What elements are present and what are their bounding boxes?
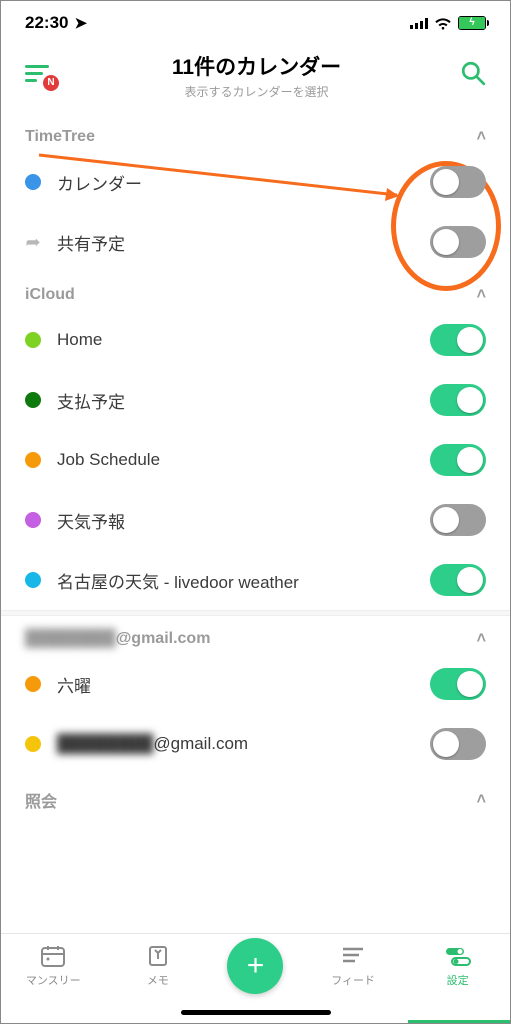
wifi-icon — [434, 17, 452, 30]
toggle[interactable] — [430, 564, 486, 596]
calendar-label: 名古屋の天気 - livedoor weather — [57, 568, 299, 593]
chevron-up-icon: ˄ — [477, 791, 486, 809]
chevron-up-icon: ˄ — [477, 128, 486, 146]
toggle-timetree-calendar[interactable] — [430, 166, 486, 198]
chevron-up-icon: ˄ — [477, 286, 486, 304]
menu-button[interactable]: N — [25, 65, 53, 87]
tab-feed[interactable]: フィード — [318, 944, 388, 988]
section-header-icloud[interactable]: iCloud ˄ — [1, 272, 510, 310]
calendar-label: Home — [57, 330, 102, 350]
toggle[interactable] — [430, 444, 486, 476]
cellular-icon — [410, 17, 428, 29]
calendar-row: Job Schedule — [1, 430, 510, 490]
tab-label: メモ — [147, 972, 169, 988]
section-title: iCloud — [25, 286, 75, 304]
tab-bar: マンスリー メモ + フィード 設定 — [1, 933, 510, 1023]
tab-label: 設定 — [447, 972, 469, 988]
app-header: N 11件のカレンダー 表示するカレンダーを選択 — [1, 45, 510, 114]
calendar-label: ████████@gmail.com — [57, 734, 248, 754]
color-dot — [25, 572, 41, 588]
color-dot — [25, 332, 41, 348]
calendar-label: 共有予定 — [57, 230, 125, 255]
tab-label: フィード — [331, 972, 375, 988]
color-dot — [25, 676, 41, 692]
tab-monthly[interactable]: マンスリー — [18, 944, 88, 988]
toggle-timetree-shared[interactable] — [430, 226, 486, 258]
color-dot — [25, 512, 41, 528]
calendar-row: 六曜 — [1, 654, 510, 714]
status-bar: 22:30 ➤ ϟ — [1, 1, 510, 45]
section-header-subscribed[interactable]: 照会 ˄ — [1, 774, 510, 818]
calendar-label: 支払予定 — [57, 388, 125, 413]
plus-icon: + — [247, 949, 265, 983]
toggle[interactable] — [430, 668, 486, 700]
toggle[interactable] — [430, 728, 486, 760]
calendar-label: カレンダー — [57, 170, 142, 195]
settings-icon — [444, 944, 472, 968]
home-indicator[interactable] — [181, 1010, 331, 1015]
calendar-row: 天気予報 — [1, 490, 510, 550]
share-icon: ➦ — [25, 232, 41, 253]
calendar-row: 支払予定 — [1, 370, 510, 430]
calendar-list[interactable]: TimeTree ˄ カレンダー ➦ 共有予定 iCloud ˄ Home — [1, 114, 510, 933]
page-title: 11件のカレンダー — [172, 51, 341, 81]
section-header-timetree[interactable]: TimeTree ˄ — [1, 114, 510, 152]
calendar-icon — [39, 944, 67, 968]
calendar-row: Home — [1, 310, 510, 370]
tab-label: マンスリー — [26, 972, 81, 988]
add-button[interactable]: + — [227, 938, 283, 994]
calendar-label: Job Schedule — [57, 450, 160, 470]
app-screen: 22:30 ➤ ϟ N 11件のカレンダー 表示するカレンダーを選択 — [0, 0, 511, 1024]
menu-badge: N — [43, 75, 59, 91]
status-time: 22:30 — [25, 13, 68, 33]
calendar-row-timetree-shared: ➦ 共有予定 — [1, 212, 510, 272]
calendar-row-timetree-calendar: カレンダー — [1, 152, 510, 212]
calendar-label: 天気予報 — [57, 508, 125, 533]
section-title: 照会 — [25, 788, 57, 812]
calendar-row: 名古屋の天気 - livedoor weather — [1, 550, 510, 610]
chevron-up-icon: ˄ — [477, 630, 486, 648]
feed-icon — [339, 944, 367, 968]
section-header-gmail[interactable]: ████████@gmail.com ˄ — [1, 616, 510, 654]
memo-icon — [144, 944, 172, 968]
color-dot — [25, 452, 41, 468]
battery-icon: ϟ — [458, 16, 486, 30]
toggle[interactable] — [430, 504, 486, 536]
location-icon: ➤ — [74, 14, 87, 32]
color-dot — [25, 174, 41, 190]
tab-memo[interactable]: メモ — [123, 944, 193, 988]
tab-settings[interactable]: 設定 — [423, 944, 493, 988]
page-subtitle: 表示するカレンダーを選択 — [172, 83, 341, 100]
toggle[interactable] — [430, 384, 486, 416]
search-icon — [460, 60, 486, 86]
toggle[interactable] — [430, 324, 486, 356]
color-dot — [25, 736, 41, 752]
search-button[interactable] — [460, 60, 486, 91]
calendar-row: ████████@gmail.com — [1, 714, 510, 774]
color-dot — [25, 392, 41, 408]
section-title: ████████@gmail.com — [25, 630, 210, 648]
calendar-label: 六曜 — [57, 672, 91, 697]
section-title: TimeTree — [25, 128, 95, 146]
